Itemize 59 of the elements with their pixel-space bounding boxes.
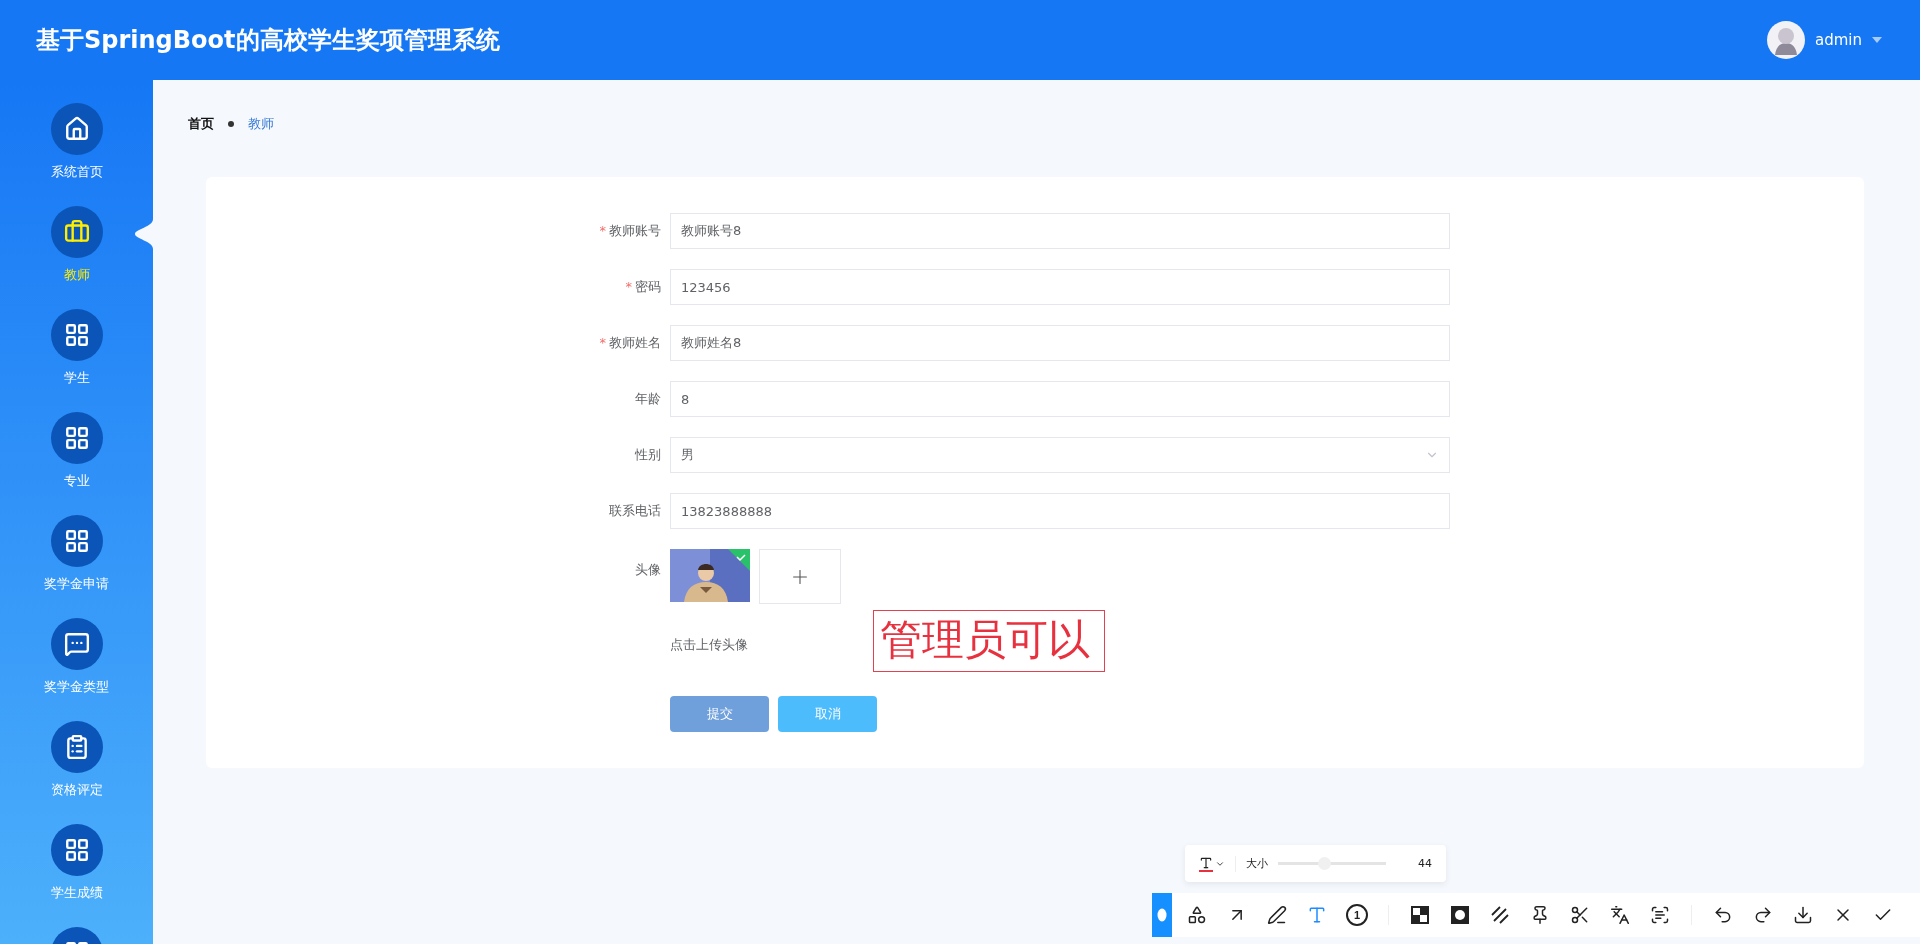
color-picker[interactable] [1199,855,1236,872]
grid-icon [63,837,90,863]
penguin-tab[interactable] [1152,893,1172,937]
chat-icon [63,631,90,657]
success-check-icon [728,549,750,571]
blur-icon [1451,906,1469,924]
input-field[interactable]: 教师账号8 [670,213,1450,249]
input-field[interactable]: 13823888888 [670,493,1450,529]
field-label: 性别 [634,446,661,464]
sidebar-item[interactable]: 学生成绩 [0,824,153,926]
field-label: * 教师姓名 [598,334,661,352]
sidebar-item[interactable]: 奖学金类型 [0,618,153,720]
scissors-icon [1570,905,1590,925]
text-annotation[interactable]: 管理员可以 [873,610,1105,672]
sidebar-item[interactable]: 奖学金申请 [0,515,153,617]
field-label: * 教师账号 [598,222,661,240]
caret-icon[interactable] [1872,37,1882,43]
user-name[interactable]: admin [1815,31,1862,49]
download-icon [1793,905,1813,925]
sidebar-item[interactable]: 专业 [0,412,153,514]
submit-button[interactable]: 提交 [670,696,769,732]
breadcrumb-item[interactable]: 首页 [188,115,214,133]
input-field[interactable]: 123456 [670,269,1450,305]
mosaic-icon [1411,906,1429,924]
field-label: 头像 [634,561,661,579]
text-icon [1307,905,1327,925]
grid-icon [63,322,90,348]
active-notch [135,219,153,249]
sidebar-item[interactable]: 系统首页 [0,103,153,205]
translate-icon [1610,905,1630,925]
text-color-icon [1199,855,1213,870]
app-title: 基于SpringBoot的高校学生奖项管理系统 [36,25,500,56]
breadcrumb-item[interactable]: 教师 [248,115,274,133]
undo-icon [1713,905,1733,925]
field-label: * 密码 [624,278,661,296]
upload-hint: 点击上传头像 [670,636,749,654]
pencil-icon [1267,905,1287,925]
scan-text-icon [1650,905,1670,925]
sidebar-item[interactable]: 学生 [0,309,153,411]
cancel-button[interactable]: 取消 [778,696,877,732]
select-field[interactable]: 男 [670,437,1450,473]
input-field[interactable]: 教师姓名8 [670,325,1450,361]
sidebar-item[interactable]: 资格评定 [0,721,153,823]
slider-thumb[interactable] [1318,857,1332,870]
size-value: 44 [1418,857,1432,870]
field-label: 年龄 [634,390,661,408]
redo-icon [1753,905,1773,925]
shapes-icon [1187,905,1207,925]
pin-icon [1530,905,1550,925]
size-label: 大小 [1246,856,1268,871]
hatch-icon [1491,906,1509,924]
input-field[interactable]: 8 [670,381,1450,417]
grid-icon [63,528,90,554]
grid-icon [63,425,90,451]
briefcase-icon [63,219,90,245]
sidebar-item[interactable]: 教师 [0,206,153,308]
field-label: 联系电话 [608,502,661,520]
home-icon [63,116,90,142]
user-avatar[interactable] [1767,21,1805,59]
